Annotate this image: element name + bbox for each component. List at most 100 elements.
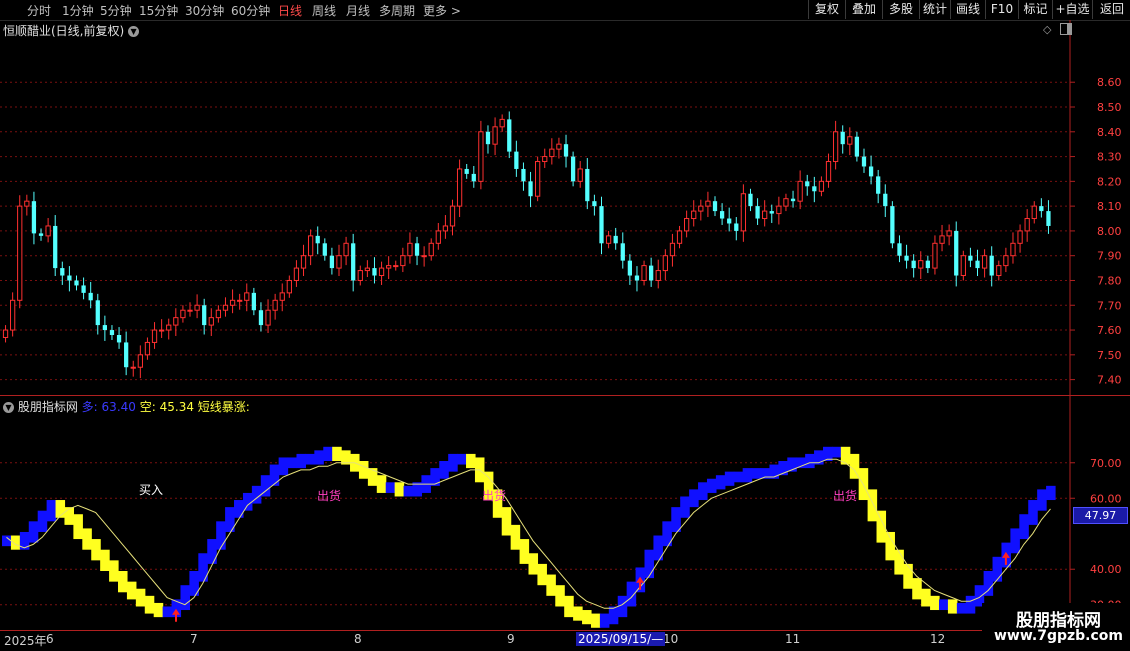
signal-label: 短线暴涨: (197, 400, 250, 414)
back-button[interactable]: 返回 (1092, 0, 1130, 19)
candle-body (960, 255, 966, 277)
long-line-block (831, 446, 842, 458)
candle-body (954, 230, 959, 276)
long-line-block (73, 514, 83, 540)
candle-body (1046, 211, 1051, 226)
long-line-block (956, 602, 967, 614)
multi-stock-button[interactable]: 多股 (882, 0, 919, 19)
long-line-block (91, 539, 101, 561)
candle-body (322, 243, 327, 256)
tab-daily[interactable]: 日线 (278, 2, 302, 19)
mark-button[interactable]: 标记 (1018, 0, 1052, 19)
tab-30min[interactable]: 30分钟 (185, 2, 224, 19)
long-line-block (46, 500, 57, 522)
tab-15min[interactable]: 15分钟 (139, 2, 178, 19)
draw-line-button[interactable]: 画线 (950, 0, 985, 19)
candle-body (911, 260, 916, 269)
candle-body (762, 210, 768, 220)
tab-more[interactable]: 更多 > (423, 2, 461, 19)
candle-body (556, 143, 562, 150)
chevron-down-icon[interactable]: ▼ (3, 402, 14, 413)
long-line-block (921, 588, 931, 607)
candle-body (655, 270, 661, 281)
candle-body (471, 173, 476, 182)
candle-body (570, 156, 576, 182)
long-line-block (216, 521, 226, 550)
candle-body (137, 354, 143, 368)
price-tick-label: 7.60 (1097, 324, 1122, 337)
price-tick-label: 7.80 (1097, 274, 1122, 287)
tab-multi-period[interactable]: 多周期 (379, 2, 415, 19)
long-line-block (930, 595, 940, 611)
long-line-block (332, 446, 342, 461)
sell-signal-label: 出货 (482, 489, 507, 503)
statistics-button[interactable]: 统计 (919, 0, 950, 19)
watermark-url: www.7gpzb.com (994, 628, 1124, 644)
candle-body (691, 210, 697, 220)
candle-body (832, 131, 839, 163)
long-line-block (64, 507, 74, 525)
price-tick-label: 7.40 (1097, 374, 1122, 387)
indicator-chart: 70.0060.0040.0030.00 (0, 396, 1122, 630)
candle-body (797, 180, 803, 202)
short-label: 空: (139, 400, 156, 414)
long-line-block (37, 510, 48, 532)
candle-body (585, 168, 590, 202)
tab-weekly[interactable]: 周线 (312, 2, 336, 19)
tab-monthly[interactable]: 月线 (346, 2, 370, 19)
long-line-block (724, 471, 735, 486)
long-line-block (805, 453, 815, 469)
candle-body (24, 200, 30, 207)
long-line-block (947, 599, 958, 614)
long-line-block (742, 468, 753, 483)
candle-body (130, 366, 136, 369)
tab-1min[interactable]: 1分钟 (62, 2, 94, 19)
cursor-date-label: 2025/09/15/— (576, 632, 666, 646)
tab-5min[interactable]: 5分钟 (100, 2, 132, 19)
price-tick-label: 8.10 (1097, 200, 1122, 213)
candle-body (74, 280, 79, 286)
long-line-block (644, 549, 655, 579)
long-line-block (323, 446, 333, 461)
long-line-block (82, 528, 92, 550)
candle-body (662, 255, 668, 272)
candle-body (244, 292, 250, 301)
long-line-block (894, 549, 904, 575)
candle-body (88, 292, 93, 301)
long-line-block (537, 563, 547, 586)
candle-body (641, 265, 647, 281)
candle-body (876, 176, 881, 194)
long-line-block (965, 595, 976, 614)
candle-body (783, 198, 789, 207)
candle-body (293, 267, 300, 281)
f10-button[interactable]: F10 (985, 0, 1018, 19)
main-title-bar: 恒顺醋业(日线,前复权) ▼ (3, 22, 140, 39)
diamond-icon[interactable]: ◇ (1043, 23, 1051, 36)
tab-60min[interactable]: 60分钟 (231, 2, 270, 19)
overlay-button[interactable]: 叠加 (845, 0, 882, 19)
panel-layout-icon[interactable] (1060, 23, 1072, 35)
long-line-block (983, 571, 994, 596)
candle-body (95, 300, 100, 326)
long-line-block (733, 471, 744, 483)
long-line-block (144, 595, 155, 614)
price-tick-label: 8.60 (1097, 76, 1122, 89)
x-label-year: 2025年 (4, 634, 47, 648)
candle-body (357, 270, 363, 281)
candle-body (67, 275, 72, 281)
adjust-button[interactable]: 复权 (808, 0, 845, 19)
candle-body (393, 265, 399, 268)
candle-body (300, 255, 307, 269)
price-tick-label: 7.70 (1097, 299, 1122, 312)
candle-body (613, 235, 618, 244)
indicator-tick-label: 40.00 (1090, 563, 1122, 576)
chevron-down-icon[interactable]: ▼ (128, 26, 140, 37)
price-tick-label: 8.50 (1097, 101, 1122, 114)
candle-body (336, 255, 342, 269)
tab-minute-chart[interactable]: 分时 (27, 2, 51, 19)
candle-body (343, 242, 349, 257)
long-line-block (10, 535, 21, 550)
long-line-block (162, 606, 173, 618)
candle-body (307, 235, 314, 257)
add-watchlist-button[interactable]: +自选 (1052, 0, 1092, 19)
